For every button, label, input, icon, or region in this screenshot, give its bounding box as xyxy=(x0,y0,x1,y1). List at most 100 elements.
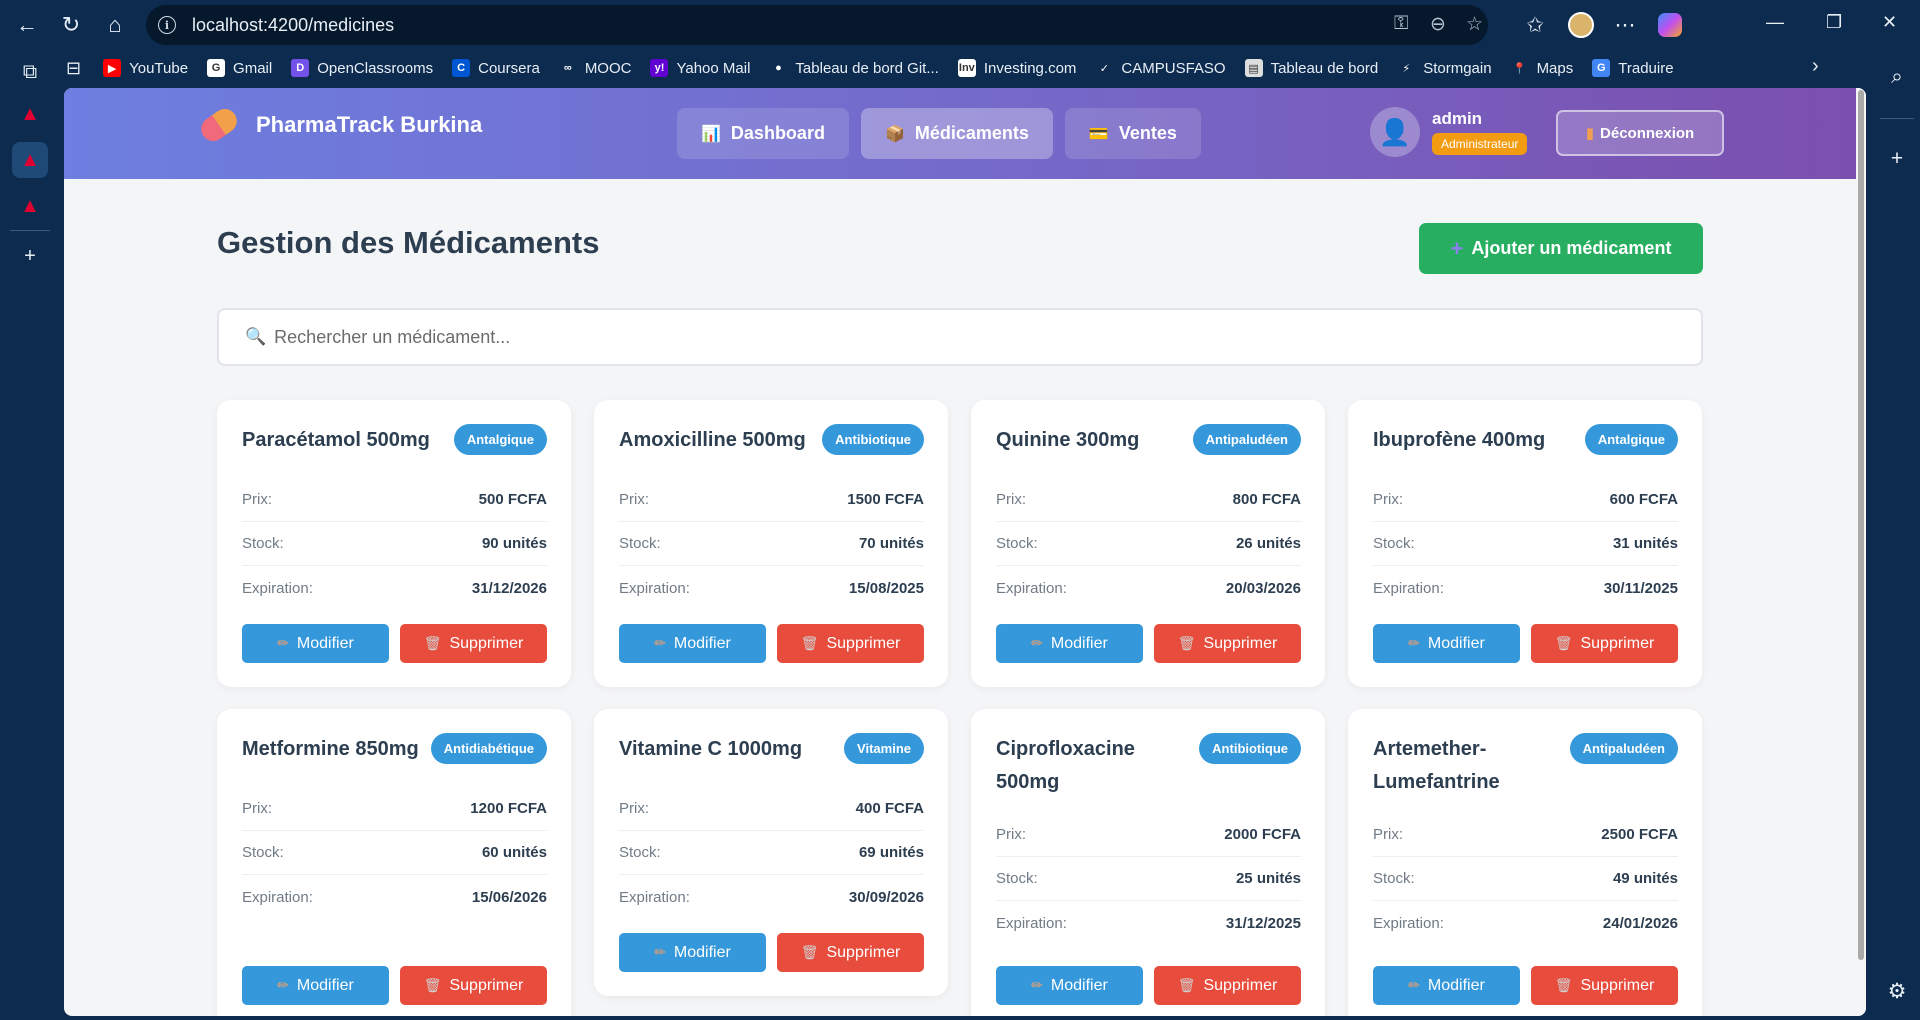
settings-gear-icon[interactable]: ⚙ xyxy=(1882,976,1912,1006)
delete-button[interactable]: 🗑 Supprimer xyxy=(1531,966,1678,1005)
address-url[interactable]: localhost:4200/medicines xyxy=(192,15,394,36)
favorites-icon[interactable]: ✩ xyxy=(1520,10,1550,40)
close-icon[interactable]: ✕ xyxy=(1882,12,1897,33)
detail-rows: Prix: 600 FCFA Stock: 31 unités Expiration: 3… xyxy=(1373,478,1678,610)
price-value: 400 FCFA xyxy=(855,800,924,817)
copilot-icon[interactable] xyxy=(1655,10,1685,40)
delete-button[interactable]: 🗑 Supprimer xyxy=(400,966,547,1005)
profile-icon[interactable] xyxy=(1566,10,1596,40)
pencil-icon: ✏ xyxy=(277,977,289,993)
tab-actions-icon[interactable]: ⧉ xyxy=(12,54,48,90)
edit-label: Modifier xyxy=(296,634,354,652)
more-icon[interactable]: ⋯ xyxy=(1610,10,1640,40)
add-medicine-button[interactable]: + Ajouter un médicament xyxy=(1419,223,1703,274)
bookmark-label: CAMPUSFASO xyxy=(1121,59,1226,77)
medicine-name: Metformine 850mg xyxy=(242,738,419,760)
trash-icon: 🗑 xyxy=(800,635,819,651)
edit-button[interactable]: ✏ Modifier xyxy=(619,933,766,972)
medicine-name: Paracétamol 500mg xyxy=(242,429,430,451)
pencil-icon: ✏ xyxy=(1408,977,1420,993)
delete-button[interactable]: 🗑 Supprimer xyxy=(1154,966,1301,1005)
investing-icon: Inv xyxy=(957,59,976,77)
delete-button[interactable]: 🗑 Supprimer xyxy=(1154,624,1301,663)
delete-button[interactable]: 🗑 Supprimer xyxy=(400,624,547,663)
bookmark-item[interactable]: ∞ MOOC xyxy=(558,59,631,77)
reading-mode-icon[interactable]: ⊟ xyxy=(66,58,81,79)
edit-button[interactable]: ✏ Modifier xyxy=(1373,966,1520,1005)
detail-rows: Prix: 500 FCFA Stock: 90 unités Expiration: 3… xyxy=(242,478,547,610)
zoom-icon[interactable]: ⊖ xyxy=(1430,13,1446,36)
delete-label: Supprimer xyxy=(1580,634,1655,652)
category-badge: Antipaludéen xyxy=(1569,733,1678,764)
edit-button[interactable]: ✏ Modifier xyxy=(242,624,389,663)
bookmark-item[interactable]: 📍 Maps xyxy=(1510,59,1573,77)
edit-label: Modifier xyxy=(1050,634,1108,652)
logout-button[interactable]: ▮ Déconnexion xyxy=(1556,110,1724,156)
minimize-icon[interactable]: — xyxy=(1766,12,1784,33)
delete-label: Supprimer xyxy=(449,976,524,994)
new-tab-icon[interactable]: + xyxy=(12,238,48,274)
price-value: 2000 FCFA xyxy=(1224,826,1301,843)
expiration-value: 15/08/2025 xyxy=(848,579,924,597)
user-info: 👤 admin Administrateur xyxy=(1370,107,1528,157)
bookmark-item[interactable]: ▤ Tableau de bord xyxy=(1244,59,1378,77)
bookmark-item[interactable]: G Traduire xyxy=(1592,59,1674,77)
medicine-name: Artemether-Lumefantrine xyxy=(1373,738,1500,793)
nav-tab-dashboard[interactable]: 📊 Dashboard xyxy=(677,108,849,159)
search-box[interactable]: 🔍 xyxy=(217,308,1703,366)
delete-button[interactable]: 🗑 Supprimer xyxy=(1531,624,1678,663)
delete-button[interactable]: 🗑 Supprimer xyxy=(777,933,924,972)
angular-tab-icon[interactable]: ▲ xyxy=(12,96,48,132)
detail-row-stock: Stock: 90 unités xyxy=(242,522,547,566)
back-icon[interactable]: ← xyxy=(10,8,44,42)
card-icon: 💳 xyxy=(1088,125,1109,143)
nav-tab-ventes[interactable]: 💳 Ventes xyxy=(1064,108,1201,159)
bookmark-item[interactable]: y! Yahoo Mail xyxy=(650,59,750,77)
edit-button[interactable]: ✏ Modifier xyxy=(242,966,389,1005)
bookmark-item[interactable]: ✓ CAMPUSFASO xyxy=(1095,59,1226,77)
door-icon: ▮ xyxy=(1585,125,1595,142)
favorite-star-icon[interactable]: ☆ xyxy=(1466,13,1483,36)
angular-tab-active-icon[interactable]: ▲ xyxy=(12,142,48,178)
pencil-icon: ✏ xyxy=(1031,977,1043,993)
search-input[interactable] xyxy=(274,326,1575,348)
card-header: Ciprofloxacine 500mg Antibiotique xyxy=(996,731,1301,799)
edit-button[interactable]: ✏ Modifier xyxy=(1373,624,1520,663)
bookmark-item[interactable]: C Coursera xyxy=(452,59,540,77)
expiration-value: 24/01/2026 xyxy=(1602,914,1678,932)
edit-button[interactable]: ✏ Modifier xyxy=(996,624,1143,663)
reload-icon[interactable]: ↻ xyxy=(54,8,88,42)
bookmark-item[interactable]: ⚡ Stormgain xyxy=(1397,59,1492,77)
restore-icon[interactable]: ❐ xyxy=(1826,12,1842,33)
scrollbar-thumb[interactable] xyxy=(1858,90,1864,960)
detail-row-stock: Stock: 31 unités xyxy=(1373,522,1678,566)
bookmark-item[interactable]: ▶ YouTube xyxy=(103,59,188,77)
role-badge: Administrateur xyxy=(1432,133,1528,155)
edit-button[interactable]: ✏ Modifier xyxy=(619,624,766,663)
key-icon[interactable]: ⚿ xyxy=(1394,13,1408,35)
search-icon[interactable]: ⌕ xyxy=(1882,62,1912,92)
edit-button[interactable]: ✏ Modifier xyxy=(996,966,1143,1005)
price-value: 2500 FCFA xyxy=(1601,826,1678,843)
add-icon[interactable]: + xyxy=(1882,144,1912,174)
angular-tab-icon-2[interactable]: ▲ xyxy=(12,188,48,224)
bookmark-item[interactable]: Inv Investing.com xyxy=(957,59,1076,77)
bookmark-item[interactable]: D OpenClassrooms xyxy=(291,59,433,77)
trash-icon: 🗑 xyxy=(1554,635,1573,651)
page-scrollbar[interactable] xyxy=(1856,88,1866,1016)
brand[interactable]: PharmaTrack Burkina xyxy=(196,104,482,146)
detail-row-expiration: Expiration: 20/03/2026 xyxy=(996,566,1301,610)
price-value: 1200 FCFA xyxy=(470,800,547,817)
bookmark-item[interactable]: ● Tableau de bord Git... xyxy=(769,59,939,77)
address-bar[interactable]: i localhost:4200/medicines ⚿ ⊖ ☆ xyxy=(146,5,1488,45)
expiration-label: Expiration: xyxy=(1373,914,1444,932)
bookmark-item[interactable]: G Gmail xyxy=(207,59,272,77)
delete-button[interactable]: 🗑 Supprimer xyxy=(777,624,924,663)
bookmark-label: Stormgain xyxy=(1423,59,1492,77)
site-info-icon[interactable]: i xyxy=(158,16,176,34)
nav-tab-médicaments[interactable]: 📦 Médicaments xyxy=(860,108,1053,159)
chevron-right-icon[interactable]: › xyxy=(1812,55,1819,78)
pencil-icon: ✏ xyxy=(654,944,666,960)
expiration-label: Expiration: xyxy=(619,579,690,597)
home-icon[interactable]: ⌂ xyxy=(98,8,132,42)
